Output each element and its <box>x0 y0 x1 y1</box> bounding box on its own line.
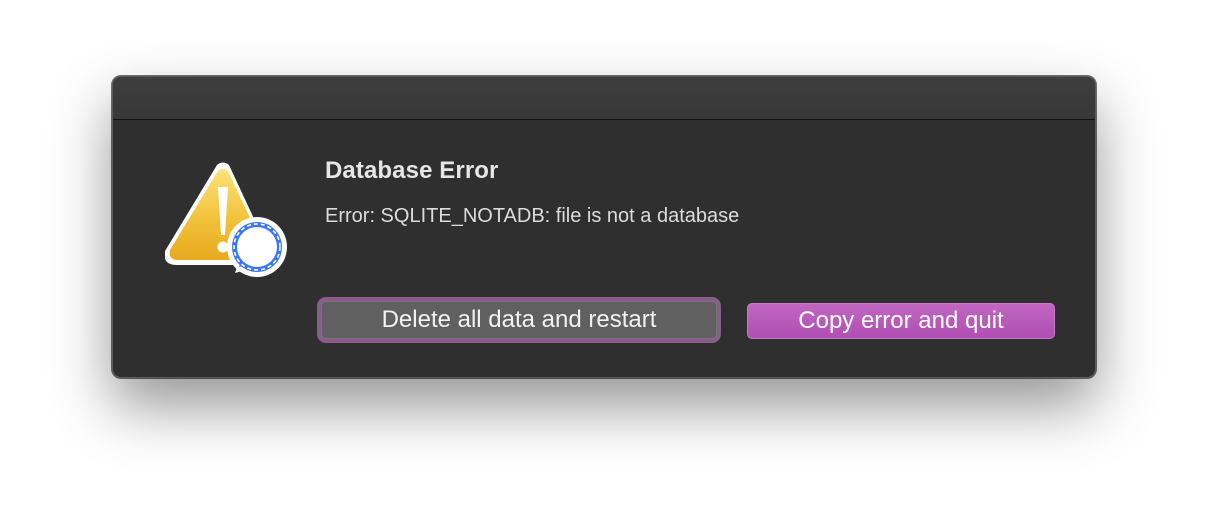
window-titlebar[interactable] <box>113 77 1095 120</box>
signal-badge-icon <box>227 217 287 277</box>
screen: Database Error Error: SQLITE_NOTADB: fil… <box>0 0 1208 526</box>
delete-all-data-and-restart-button[interactable]: Delete all data and restart <box>321 301 717 339</box>
dialog-title: Database Error <box>325 157 499 184</box>
copy-error-and-quit-button[interactable]: Copy error and quit <box>747 303 1055 339</box>
warning-icon <box>165 162 287 277</box>
error-message: Error: SQLITE_NOTADB: file is not a data… <box>325 205 740 227</box>
error-dialog-window: Database Error Error: SQLITE_NOTADB: fil… <box>112 76 1096 378</box>
